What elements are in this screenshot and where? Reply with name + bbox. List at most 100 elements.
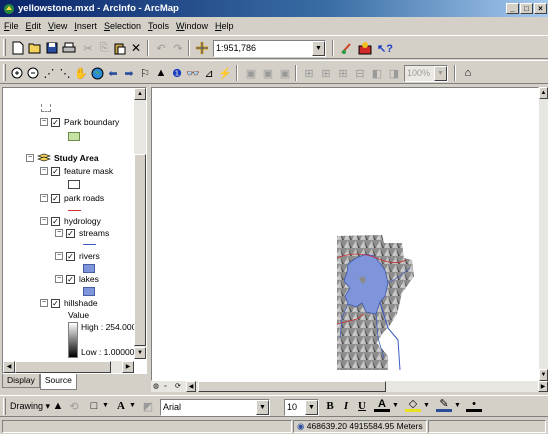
font-combo[interactable]: Arial ▼ <box>160 399 270 416</box>
layout-back-icon[interactable]: ◧ <box>369 65 385 81</box>
font-color-icon[interactable]: A <box>374 398 390 412</box>
chevron-down-icon[interactable]: ▼ <box>423 402 430 409</box>
select-features-icon[interactable]: ⚐ <box>137 65 153 81</box>
scroll-right-icon[interactable]: ▶ <box>538 381 548 392</box>
new-icon[interactable] <box>10 40 26 56</box>
menu-tools[interactable]: Tools <box>148 21 169 31</box>
collapse-icon[interactable]: − <box>40 167 48 175</box>
scroll-down-icon[interactable]: ▼ <box>539 369 548 381</box>
data-frame-study-area[interactable]: − Study Area <box>26 152 99 164</box>
menu-selection[interactable]: Selection <box>104 21 141 31</box>
line-color-icon[interactable]: ✎ <box>436 398 452 412</box>
toc-vertical-scrollbar[interactable]: ▲ ▼ <box>134 88 146 359</box>
chevron-down-icon[interactable]: ▼ <box>312 41 325 56</box>
menu-window[interactable]: Window <box>176 21 208 31</box>
visibility-checkbox[interactable]: ✓ <box>51 193 60 203</box>
select-elements-icon[interactable]: ▲ <box>50 398 66 414</box>
underline-button[interactable]: U <box>354 398 370 414</box>
font-size-combo[interactable]: 10 ▼ <box>284 399 319 416</box>
toolbar-grip[interactable] <box>3 64 6 81</box>
collapse-icon[interactable]: − <box>40 194 48 202</box>
maximize-button[interactable]: □ <box>520 3 533 14</box>
new-text-icon[interactable]: A <box>113 398 129 414</box>
collapse-icon[interactable]: − <box>55 275 63 283</box>
layout-zoom-in-icon[interactable]: ▣ <box>243 65 259 81</box>
full-extent-icon[interactable] <box>89 65 105 81</box>
collapse-icon[interactable]: − <box>40 118 48 126</box>
cut-icon[interactable]: ✂ <box>80 40 96 56</box>
hyperlink-icon[interactable]: ⚡ <box>217 65 233 81</box>
layer-park-boundary[interactable]: − ✓ Park boundary <box>40 116 119 128</box>
fixed-zoom-in-icon[interactable]: ⋰ <box>41 65 57 81</box>
focus-data-frame-icon[interactable]: ⌂ <box>460 65 476 81</box>
chevron-down-icon[interactable]: ▼ <box>434 66 447 81</box>
layer-park-roads[interactable]: − ✓ park roads <box>40 192 104 204</box>
layout-zoom-combo[interactable]: 100% ▼ <box>404 65 448 82</box>
zoom-in-icon[interactable] <box>9 65 25 81</box>
visibility-checkbox[interactable]: ✓ <box>66 274 75 284</box>
fill-color-icon[interactable]: ◇ <box>405 398 421 412</box>
drawing-menu[interactable]: Drawing ▾ <box>10 401 50 412</box>
save-icon[interactable] <box>44 40 60 56</box>
scroll-left-icon[interactable]: ◀ <box>3 361 15 373</box>
next-extent-icon[interactable]: ➡ <box>121 65 137 81</box>
map-display[interactable] <box>151 87 539 381</box>
tab-display[interactable]: Display <box>2 374 40 388</box>
map-vertical-scrollbar[interactable]: ▲ ▼ <box>539 87 548 381</box>
measure-icon[interactable]: ⊿ <box>201 65 217 81</box>
layout-whole-page-icon[interactable]: ⊞ <box>335 65 351 81</box>
chevron-down-icon[interactable]: ▼ <box>256 400 269 415</box>
rectangle-icon[interactable]: □ <box>86 398 102 414</box>
arctoolbox-icon[interactable] <box>357 40 373 56</box>
find-icon[interactable]: 👓 <box>185 65 201 81</box>
refresh-view-icon[interactable]: ⟳ <box>175 382 184 391</box>
chevron-down-icon[interactable]: ▼ <box>454 402 461 409</box>
identify-icon[interactable]: ❶ <box>169 65 185 81</box>
minimize-button[interactable]: _ <box>506 3 519 14</box>
chevron-down-icon[interactable]: ▼ <box>392 402 399 409</box>
visibility-checkbox[interactable]: ✓ <box>66 251 75 261</box>
layer-rivers[interactable]: − ✓ rivers <box>55 250 100 262</box>
delete-icon[interactable]: ✕ <box>128 40 144 56</box>
collapse-icon[interactable]: − <box>40 217 48 225</box>
italic-button[interactable]: I <box>338 398 354 414</box>
menu-view[interactable]: View <box>48 21 67 31</box>
layout-fixed-zoom-out-icon[interactable]: ⊞ <box>318 65 334 81</box>
layer-hillshade[interactable]: − ✓ hillshade <box>40 297 98 309</box>
layer-hydrology[interactable]: − ✓ hydrology <box>40 215 101 227</box>
layout-forward-icon[interactable]: ◨ <box>386 65 402 81</box>
menu-file[interactable]: File <box>4 21 19 31</box>
layout-view-icon[interactable]: ▫ <box>164 382 173 391</box>
toolbar-grip[interactable] <box>3 39 6 56</box>
add-data-icon[interactable] <box>194 40 210 56</box>
layout-100-icon[interactable]: ⊟ <box>352 65 368 81</box>
open-icon[interactable] <box>27 40 43 56</box>
paste-icon[interactable] <box>112 40 128 56</box>
print-icon[interactable] <box>61 40 77 56</box>
layout-pan-icon[interactable]: ▣ <box>277 65 293 81</box>
scroll-up-icon[interactable]: ▲ <box>134 88 146 100</box>
menu-insert[interactable]: Insert <box>74 21 97 31</box>
visibility-checkbox[interactable]: ✓ <box>51 216 60 226</box>
visibility-checkbox[interactable]: ✓ <box>51 298 60 308</box>
fixed-zoom-out-icon[interactable]: ⋱ <box>57 65 73 81</box>
chevron-down-icon[interactable]: ▼ <box>102 402 109 409</box>
scroll-thumb[interactable] <box>15 361 111 373</box>
chevron-down-icon[interactable]: ▼ <box>129 402 136 409</box>
pan-icon[interactable]: ✋ <box>73 65 89 81</box>
scroll-thumb[interactable] <box>198 381 386 392</box>
visibility-checkbox[interactable]: ✓ <box>66 228 75 238</box>
copy-icon[interactable]: ⎘ <box>96 40 112 56</box>
toolbar-grip[interactable] <box>3 398 6 415</box>
collapse-icon[interactable]: − <box>55 229 63 237</box>
scroll-up-icon[interactable]: ▲ <box>539 87 548 99</box>
previous-extent-icon[interactable]: ⬅ <box>105 65 121 81</box>
whats-this-icon[interactable]: ↖? <box>377 40 393 56</box>
menu-help[interactable]: Help <box>215 21 234 31</box>
map-scale-combo[interactable]: 1:951,786 ▼ <box>213 40 326 57</box>
collapse-icon[interactable]: − <box>26 154 34 162</box>
scroll-thumb[interactable] <box>134 154 146 346</box>
data-view-icon[interactable]: ◍ <box>153 382 162 391</box>
toc-horizontal-scrollbar[interactable]: ◀ ▶ <box>3 361 134 373</box>
close-button[interactable]: × <box>534 3 547 14</box>
